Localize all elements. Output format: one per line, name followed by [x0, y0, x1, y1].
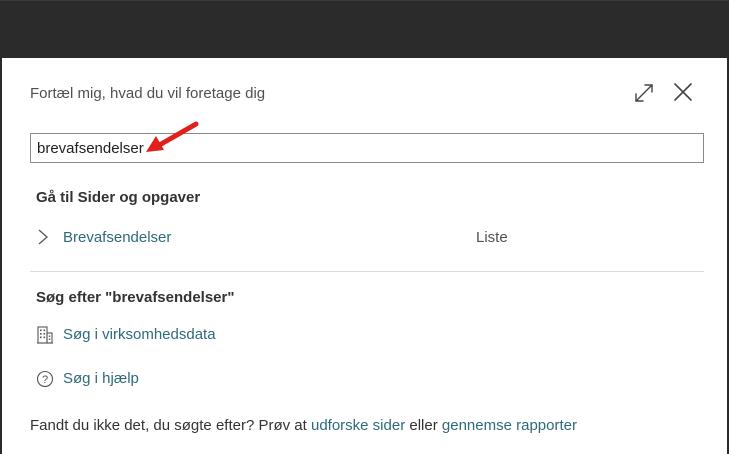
footer-text-middle: eller: [405, 417, 442, 434]
section-divider: [30, 271, 704, 272]
tell-me-dialog: Fortæl mig, hvad du vil foretage dig Gå …: [2, 58, 727, 454]
dialog-title: Fortæl mig, hvad du vil foretage dig: [30, 85, 266, 102]
search-section-heading: Søg efter "brevafsendelser": [36, 289, 235, 306]
search-company-data-label[interactable]: Søg i virksomhedsdata: [63, 326, 216, 343]
chevron-right-icon: [38, 229, 48, 245]
result-type: Liste: [476, 229, 508, 246]
explore-pages-link[interactable]: udforske sider: [311, 417, 405, 434]
help-circle-icon: ?: [36, 370, 54, 388]
search-field[interactable]: [30, 133, 704, 163]
close-icon: [674, 83, 692, 101]
result-row-brevafsendelser[interactable]: Brevafsendelser Liste: [30, 223, 704, 253]
search-input[interactable]: [31, 134, 703, 162]
footer-hint: Fandt du ikke det, du søgte efter? Prøv …: [30, 417, 577, 434]
red-arrow-icon: [146, 121, 199, 152]
building-icon: [37, 326, 53, 344]
svg-text:?: ?: [42, 374, 48, 386]
close-button[interactable]: [670, 79, 696, 105]
goto-section-heading: Gå til Sider og opgaver: [36, 189, 201, 206]
search-help-label[interactable]: Søg i hjælp: [63, 370, 139, 387]
expand-icon: [635, 84, 653, 102]
expand-button[interactable]: [631, 80, 657, 106]
result-link[interactable]: Brevafsendelser: [63, 229, 171, 246]
footer-text-before: Fandt du ikke det, du søgte efter? Prøv …: [30, 417, 311, 434]
app-top-bar: [0, 0, 729, 58]
browse-reports-link[interactable]: gennemse rapporter: [442, 417, 577, 434]
